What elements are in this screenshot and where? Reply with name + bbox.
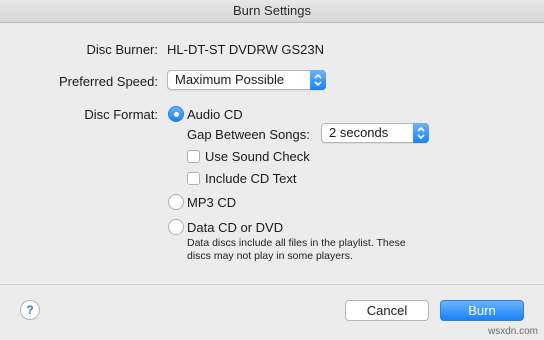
help-icon: ? (26, 303, 34, 317)
data-disc-note-line2: discs may not play in some players. (187, 250, 353, 262)
audio-cd-radio[interactable] (168, 106, 184, 122)
burn-button[interactable]: Burn (440, 300, 524, 321)
preferred-speed-value: Maximum Possible (175, 72, 285, 87)
help-button[interactable]: ? (20, 300, 40, 320)
mp3-cd-label: MP3 CD (187, 195, 237, 210)
popup-stepper-icon (310, 70, 326, 90)
data-disc-note-line1: Data discs include all files in the play… (187, 237, 406, 249)
preferred-speed-popup[interactable]: Maximum Possible (167, 70, 326, 90)
preferred-speed-label: Preferred Speed: (58, 74, 158, 89)
include-cd-text-label: Include CD Text (205, 171, 297, 186)
data-cd-dvd-radio[interactable] (168, 219, 184, 235)
gap-between-songs-value: 2 seconds (329, 125, 389, 140)
mp3-cd-radio[interactable] (168, 194, 184, 210)
use-sound-check-checkbox[interactable] (187, 150, 200, 163)
include-cd-text-checkbox[interactable] (187, 172, 200, 185)
gap-between-songs-label: Gap Between Songs: (187, 127, 310, 142)
gap-between-songs-popup[interactable]: 2 seconds (321, 123, 429, 143)
cancel-button[interactable]: Cancel (345, 300, 429, 321)
popup-stepper-icon (413, 123, 429, 143)
window-title: Burn Settings (0, 0, 544, 23)
disc-burner-label: Disc Burner: (86, 42, 158, 57)
data-cd-dvd-label: Data CD or DVD (187, 220, 284, 235)
audio-cd-label: Audio CD (187, 107, 243, 122)
disc-format-label: Disc Format: (84, 107, 158, 122)
watermark: wsxdn.com (487, 326, 538, 337)
use-sound-check-label: Use Sound Check (205, 149, 310, 164)
footer-divider (0, 284, 544, 285)
disc-burner-value: HL-DT-ST DVDRW GS23N (167, 42, 324, 57)
